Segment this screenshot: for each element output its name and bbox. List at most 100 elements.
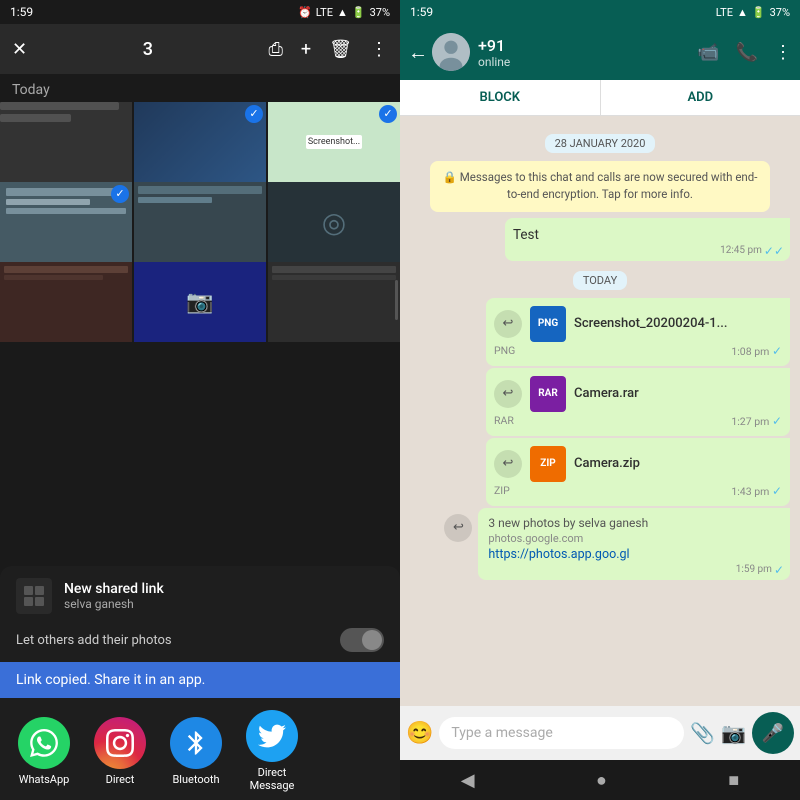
photo-cell[interactable] xyxy=(0,102,132,182)
share-bottom-sheet: New shared link selva ganesh Let others … xyxy=(0,566,400,800)
mic-button[interactable]: 🎤 xyxy=(752,712,794,754)
photo-cell[interactable] xyxy=(268,262,400,342)
contact-info[interactable]: +91 online xyxy=(478,36,697,69)
add-tab[interactable]: ADD xyxy=(601,80,800,115)
rar-file-name: Camera.rar xyxy=(574,386,782,401)
right-back-nav[interactable]: ◀ xyxy=(461,770,475,791)
header-actions: 📹 📞 ⋮ xyxy=(697,42,792,63)
png-file-details: Screenshot_20200204-1... xyxy=(574,316,782,331)
alarm-icon: ⏰ xyxy=(298,6,312,19)
forward-zip-button[interactable]: ↩ xyxy=(494,450,522,478)
zip-file-details: Camera.zip xyxy=(574,456,782,471)
tick-double-blue: ✓✓ xyxy=(764,244,784,258)
signal-icon: ▲ xyxy=(337,6,348,19)
forward-link-button[interactable]: ↩ xyxy=(444,514,472,542)
more-options-icon[interactable]: ⋮ xyxy=(370,39,388,60)
forward-png-button[interactable]: ↩ xyxy=(494,310,522,338)
contact-avatar[interactable] xyxy=(432,33,470,71)
back-arrow-button[interactable]: ← xyxy=(408,40,428,65)
photo-cell[interactable] xyxy=(0,182,132,262)
right-status-bar: 1:59 LTE ▲ 🔋 37% xyxy=(400,0,800,24)
link-url[interactable]: https://photos.app.goo.gl xyxy=(488,547,780,562)
close-button[interactable]: ✕ xyxy=(12,39,27,60)
attach-button[interactable]: 📎 xyxy=(690,721,715,745)
date-badge-january: 28 JANUARY 2020 xyxy=(410,132,790,153)
toolbar-right-icons: ⎙ + 🗑 ⋮ xyxy=(269,39,388,60)
zip-file-name: Camera.zip xyxy=(574,456,782,471)
share-link-title: New shared link xyxy=(64,581,384,597)
share-app-instagram[interactable]: Direct xyxy=(84,717,156,786)
photo-cell[interactable] xyxy=(0,262,132,342)
instagram-label: Direct xyxy=(106,773,135,786)
right-nav-bar: ◀ ● ■ xyxy=(400,760,800,800)
right-battery-icon: 🔋 xyxy=(752,6,766,19)
photo-grid-row-3: 📷 xyxy=(0,262,400,342)
scroll-indicator xyxy=(395,280,398,320)
camera-button[interactable]: 📷 xyxy=(721,721,746,745)
right-battery-pct: 37% xyxy=(770,6,790,19)
photo-cell[interactable]: 📷 xyxy=(134,262,266,342)
date-jan-text: 28 JANUARY 2020 xyxy=(545,134,656,153)
instagram-app-icon xyxy=(94,717,146,769)
bluetooth-label: Bluetooth xyxy=(172,773,219,786)
message-input-field[interactable]: Type a message xyxy=(439,717,684,749)
photo-cell[interactable]: Screenshot... xyxy=(268,102,400,182)
video-call-button[interactable]: 📹 xyxy=(697,42,719,63)
left-time: 1:59 xyxy=(10,5,33,19)
share-link-text: New shared link selva ganesh xyxy=(64,581,384,611)
rar-tick: ✓ xyxy=(772,414,782,428)
test-time: 12:45 pm ✓✓ xyxy=(720,244,784,258)
png-time: 1:08 pm ✓ xyxy=(731,344,782,358)
zip-tick: ✓ xyxy=(772,484,782,498)
whatsapp-label: WhatsApp xyxy=(19,773,70,786)
right-home-nav[interactable]: ● xyxy=(596,770,607,791)
twitter-direct-label: DirectMessage xyxy=(250,766,295,792)
link-copied-text: Link copied. Share it in an app. xyxy=(16,672,205,688)
share-app-bluetooth[interactable]: Bluetooth xyxy=(160,717,232,786)
today-divider: TODAY xyxy=(410,269,790,290)
right-time: 1:59 xyxy=(410,5,433,19)
left-panel: 1:59 ⏰ LTE ▲ 🔋 37% ✕ 3 ⎙ + 🗑 ⋮ Today xyxy=(0,0,400,800)
png-file-icon: PNG xyxy=(530,306,566,342)
left-toolbar: ✕ 3 ⎙ + 🗑 ⋮ xyxy=(0,24,400,74)
left-status-icons: ⏰ LTE ▲ 🔋 37% xyxy=(298,6,390,19)
share-apps-row: WhatsApp Direct Bluetooth DirectMessage xyxy=(0,698,400,800)
add-icon[interactable]: + xyxy=(301,39,311,60)
more-options-button[interactable]: ⋮ xyxy=(774,42,792,63)
link-title: 3 new photos by selva ganesh xyxy=(488,516,780,530)
battery-icon: 🔋 xyxy=(352,6,366,19)
encryption-notice: 🔒 Messages to this chat and calls are no… xyxy=(430,161,770,212)
lock-icon: 🔒 xyxy=(443,170,457,184)
forward-rar-button[interactable]: ↩ xyxy=(494,380,522,408)
right-recents-nav[interactable]: ■ xyxy=(728,770,739,791)
photo-cell[interactable] xyxy=(134,182,266,262)
test-text: Test xyxy=(513,227,539,243)
photo-cell[interactable]: ◎ xyxy=(268,182,400,262)
voice-call-button[interactable]: 📞 xyxy=(736,42,758,63)
contact-status: online xyxy=(478,55,697,69)
zip-time: 1:43 pm ✓ xyxy=(731,484,782,498)
message-input-bar: 😊 Type a message 📎 📷 🎤 xyxy=(400,706,800,760)
photo-grid-row-1: Screenshot... xyxy=(0,102,400,182)
link-time: 1:59 pm ✓ xyxy=(736,563,784,577)
zip-file-header: ↩ ZIP Camera.zip xyxy=(494,446,782,482)
emoji-button[interactable]: 😊 xyxy=(406,721,433,746)
share-icon[interactable]: ⎙ xyxy=(269,39,283,60)
encryption-text: Messages to this chat and calls are now … xyxy=(460,170,758,201)
share-link-subtitle: selva ganesh xyxy=(64,597,384,611)
whatsapp-header: ← +91 online 📹 📞 ⋮ xyxy=(400,24,800,80)
block-tab[interactable]: BLOCK xyxy=(400,80,601,115)
png-bubble: ↩ PNG Screenshot_20200204-1... PNG 1:08 … xyxy=(486,298,790,366)
share-app-twitter[interactable]: DirectMessage xyxy=(236,710,308,792)
let-others-row: Let others add their photos xyxy=(0,622,400,662)
link-copied-banner: Link copied. Share it in an app. xyxy=(0,662,400,698)
let-others-toggle[interactable] xyxy=(340,628,384,652)
rar-bubble: ↩ RAR Camera.rar RAR 1:27 pm ✓ xyxy=(486,368,790,436)
photo-cell[interactable] xyxy=(134,102,266,182)
share-app-whatsapp[interactable]: WhatsApp xyxy=(8,717,80,786)
message-test: Test 12:45 pm ✓✓ xyxy=(505,218,790,261)
zip-type: ZIP xyxy=(494,484,510,498)
delete-icon[interactable]: 🗑 xyxy=(329,39,352,60)
chat-area[interactable]: 28 JANUARY 2020 🔒 Messages to this chat … xyxy=(400,116,800,706)
rar-time: 1:27 pm ✓ xyxy=(731,414,782,428)
